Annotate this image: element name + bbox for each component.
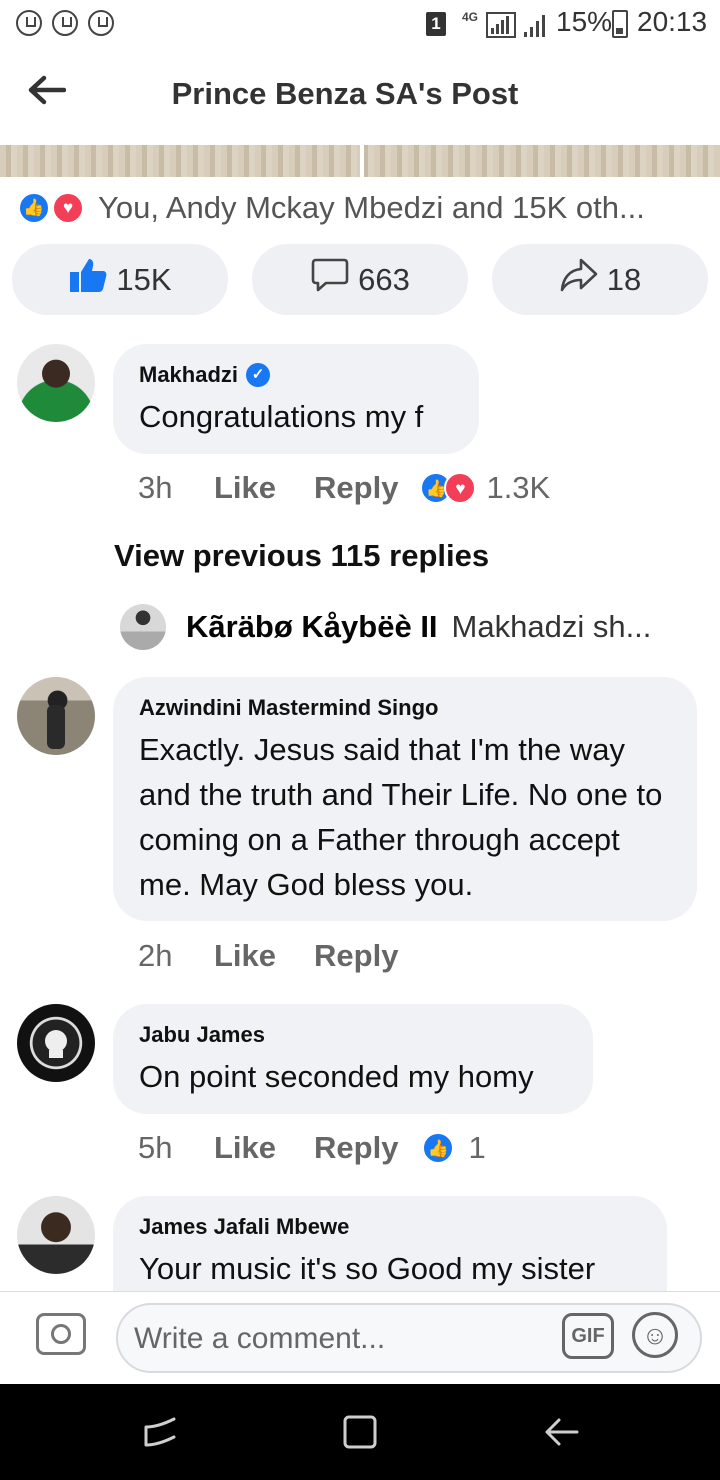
camera-icon[interactable] xyxy=(36,1313,86,1355)
reaction-count[interactable]: 1.3K xyxy=(486,470,550,506)
love-reaction-icon: ♥ xyxy=(444,472,477,504)
comment-time: 3h xyxy=(138,470,173,505)
comment-icon xyxy=(310,256,350,303)
sim-indicator: 1 xyxy=(426,12,446,36)
download-icon xyxy=(52,10,78,36)
page-title: Prince Benza SA's Post xyxy=(171,76,519,111)
comment-button[interactable]: 663 xyxy=(252,244,468,315)
comment-text: Congratulations my f xyxy=(139,399,424,434)
commenter-name[interactable]: Makhadzi ✓ xyxy=(139,362,453,388)
share-count: 18 xyxy=(606,261,642,297)
comment-text: Your music it's so Good my sister xyxy=(139,1251,596,1286)
network-type: 4G xyxy=(462,10,479,24)
avatar[interactable] xyxy=(17,344,95,422)
battery-percent: 15% xyxy=(556,6,613,37)
like-button[interactable]: 15K xyxy=(12,244,228,315)
reply-text: Makhadzi sh... xyxy=(451,609,652,644)
like-link[interactable]: Like xyxy=(214,938,276,974)
avatar[interactable] xyxy=(120,604,166,650)
comment-time: 5h xyxy=(138,1130,173,1165)
comment-input[interactable] xyxy=(132,1317,556,1361)
reply-link[interactable]: Reply xyxy=(314,470,398,506)
comment-count: 663 xyxy=(358,261,410,297)
like-link[interactable]: Like xyxy=(214,1130,276,1166)
like-count: 15K xyxy=(116,261,172,297)
download-icon xyxy=(88,10,114,36)
thumbs-up-icon xyxy=(68,256,108,303)
signal-icon xyxy=(522,14,550,43)
signal-icon xyxy=(486,12,516,38)
status-bar: 1 4G 15% 20:13 xyxy=(0,0,720,50)
reply-preview[interactable]: Kãräbø Kåybëè II Makhadzi sh... xyxy=(120,604,651,650)
share-icon xyxy=(559,256,599,303)
avatar[interactable] xyxy=(17,1196,95,1274)
like-link[interactable]: Like xyxy=(214,470,276,506)
comment-bubble: James Jafali Mbewe Your music it's so Go… xyxy=(113,1196,667,1291)
comment-time: 2h xyxy=(138,938,173,973)
comment-bubble: Jabu James On point seconded my homy xyxy=(113,1004,593,1114)
view-previous-replies[interactable]: View previous 115 replies xyxy=(114,538,489,574)
comment-bubble: Azwindini Mastermind Singo Exactly. Jesu… xyxy=(113,677,697,921)
share-button[interactable]: 18 xyxy=(492,244,708,315)
battery-icon xyxy=(612,10,628,38)
home-icon[interactable] xyxy=(330,1404,390,1460)
love-reaction-icon: ♥ xyxy=(52,192,84,224)
comment-meta: 5h Like Reply 👍 1 xyxy=(138,1130,486,1166)
image-divider xyxy=(360,145,364,177)
commenter-name[interactable]: Azwindini Mastermind Singo xyxy=(139,695,671,721)
like-reaction-icon: 👍 xyxy=(18,192,50,224)
comment-text: Exactly. Jesus said that I'm the way and… xyxy=(139,732,663,902)
avatar[interactable] xyxy=(17,1004,95,1082)
comment-bubble: Makhadzi ✓ Congratulations my f xyxy=(113,344,479,454)
download-icon xyxy=(16,10,42,36)
reply-link[interactable]: Reply xyxy=(314,1130,398,1166)
avatar[interactable] xyxy=(17,677,95,755)
comment-meta: 3h Like Reply 👍 ♥ 1.3K xyxy=(138,470,550,506)
commenter-name-text[interactable]: Makhadzi xyxy=(139,362,238,388)
gif-button[interactable]: GIF xyxy=(562,1313,614,1359)
comment-meta: 2h Like Reply xyxy=(138,938,436,974)
reply-author[interactable]: Kãräbø Kåybëè II xyxy=(186,609,438,645)
commenter-name[interactable]: James Jafali Mbewe xyxy=(139,1214,641,1240)
back-nav-icon[interactable] xyxy=(532,1404,592,1460)
reaction-count[interactable]: 1 xyxy=(468,1130,485,1166)
reply-link[interactable]: Reply xyxy=(314,938,398,974)
reactions-summary[interactable]: You, Andy Mckay Mbedzi and 15K oth... xyxy=(98,190,645,226)
like-reaction-icon: 👍 xyxy=(422,1132,455,1164)
comment-text: On point seconded my homy xyxy=(139,1059,534,1094)
clock: 20:13 xyxy=(637,6,708,37)
comment-input-wrapper[interactable] xyxy=(116,1303,702,1373)
emoji-icon[interactable]: ☺ xyxy=(632,1312,678,1358)
commenter-name[interactable]: Jabu James xyxy=(139,1022,567,1048)
verified-badge-icon: ✓ xyxy=(246,363,271,387)
recent-apps-icon[interactable] xyxy=(130,1404,190,1460)
